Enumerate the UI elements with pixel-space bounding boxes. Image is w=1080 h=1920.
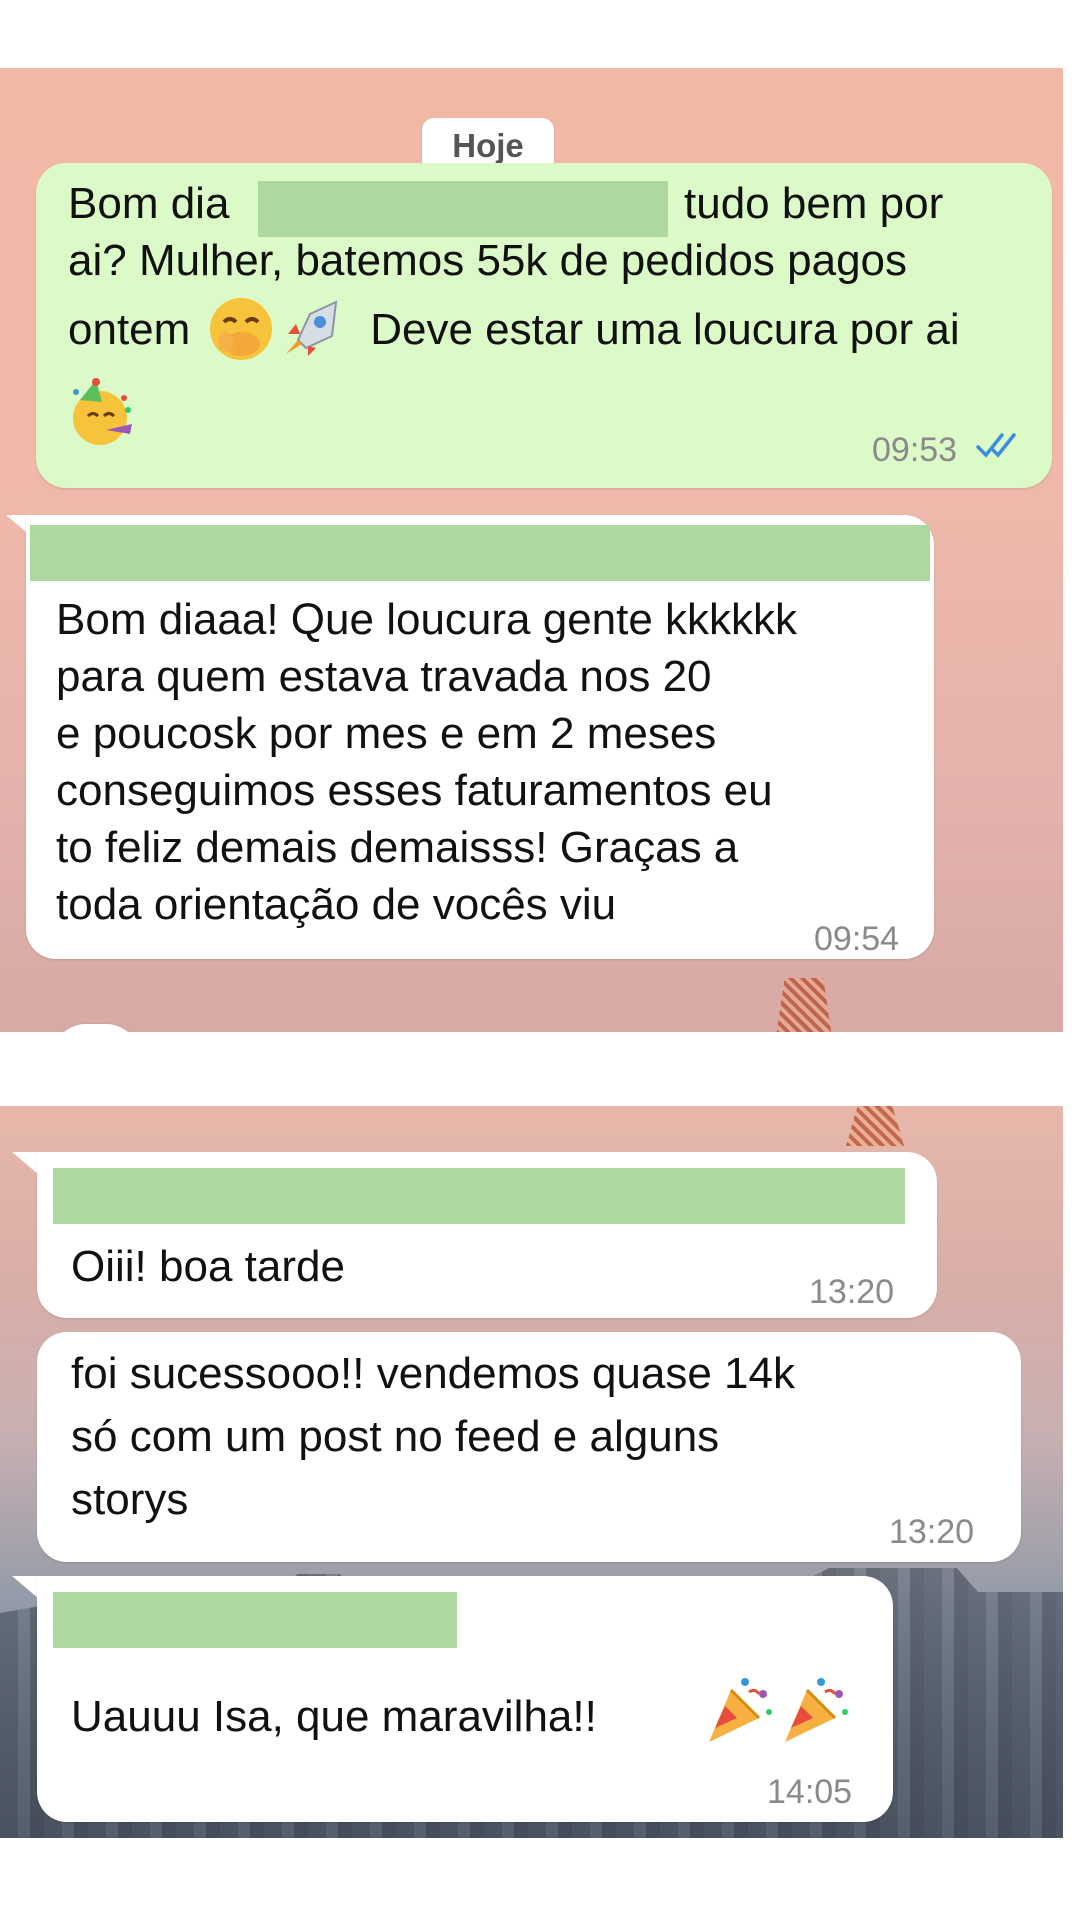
partying-face-emoji: [73, 378, 132, 445]
folded-hands-emoji: [66, 1028, 126, 1032]
background-tower: [846, 1106, 904, 1146]
message-timestamp: 13:20: [809, 1273, 895, 1311]
message-timestamp: 09:54: [814, 920, 900, 958]
redacted-sender-name: [30, 525, 930, 581]
chat-screenshot-bottom: Oiii! boa tarde 13:20 foi sucessooo!! ve…: [0, 1106, 1063, 1838]
read-receipt-icon: [976, 433, 1016, 458]
message-text: foi sucessooo!! vendemos quase 14k só co…: [71, 1349, 796, 1524]
face-with-hand-over-mouth-emoji: [210, 298, 272, 360]
incoming-message[interactable]: Uauuu Isa, que maravilha!! 14:05: [37, 1576, 893, 1822]
message-reaction[interactable]: [52, 1024, 140, 1032]
bubble-tail: [12, 1152, 38, 1174]
message-text-part: tudo bem por: [684, 179, 944, 228]
rocket-emoji: [286, 300, 338, 356]
message-timestamp: 14:05: [767, 1773, 853, 1811]
message-text: Uauuu Isa, que maravilha!!: [71, 1692, 597, 1741]
message-text: Oiii! boa tarde: [71, 1242, 345, 1291]
redacted-name: [258, 181, 668, 237]
incoming-message[interactable]: Bom diaaa! Que loucura gente kkkkkk para…: [26, 515, 934, 959]
message-text-part: Bom dia: [68, 179, 230, 228]
bubble-tail: [12, 1576, 38, 1598]
message-timestamp: 13:20: [889, 1513, 975, 1551]
background-tower: [772, 978, 836, 1032]
outgoing-message[interactable]: Bom dia tudo bem por ai? Mulher, batemos…: [36, 163, 1052, 488]
redacted-sender-name: [53, 1168, 905, 1224]
incoming-message[interactable]: foi sucessooo!! vendemos quase 14k só co…: [37, 1332, 1021, 1562]
message-text-part: ai? Mulher, batemos 55k de pedidos pagos: [68, 236, 908, 285]
party-popper-emoji: [785, 1678, 848, 1742]
message-timestamp: 09:53: [872, 431, 958, 469]
message-text-part: Deve estar uma loucura por ai: [358, 305, 960, 354]
redacted-sender-name: [53, 1592, 457, 1648]
party-popper-emoji: [709, 1678, 772, 1742]
chat-screenshot-top: Hoje Bom dia tudo bem por ai? Mulher, ba…: [0, 68, 1063, 1032]
incoming-message[interactable]: Oiii! boa tarde 13:20: [37, 1152, 937, 1318]
message-text-part: ontem: [68, 305, 191, 354]
message-text: Bom diaaa! Que loucura gente kkkkkk para…: [56, 595, 798, 929]
